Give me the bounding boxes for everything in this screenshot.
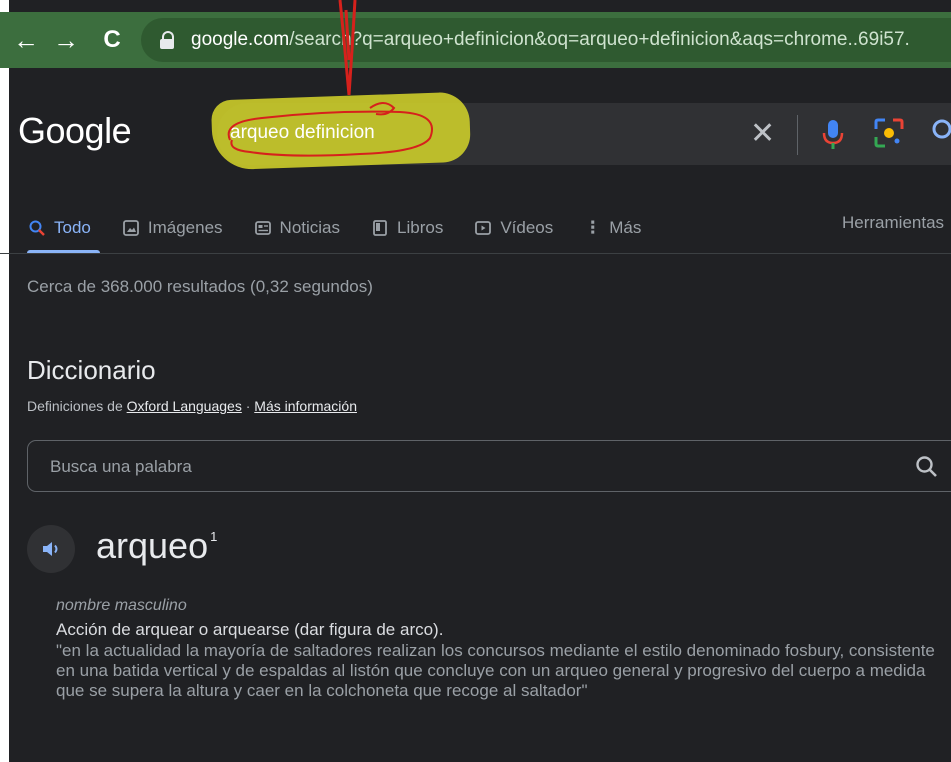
- example-text: "en la actualidad la mayoría de saltador…: [56, 641, 935, 700]
- tab-label: Todo: [54, 218, 91, 237]
- search-tabs: Todo Imágenes Noticias Libros Vídeos ⋮ M…: [28, 213, 672, 243]
- forward-arrow-icon[interactable]: →: [50, 25, 82, 56]
- tools-button[interactable]: Herramientas: [842, 213, 944, 233]
- tab-label: Imágenes: [147, 218, 223, 237]
- word-search-box[interactable]: [27, 440, 951, 492]
- tabs-separator: [0, 253, 951, 254]
- url-host: google.com: [191, 29, 290, 50]
- search-divider: [797, 115, 798, 155]
- pronunciation-button[interactable]: [27, 525, 75, 573]
- search-query-text[interactable]: arqueo definicion: [230, 122, 375, 144]
- headword: arqueo 1: [96, 525, 217, 567]
- more-info-link[interactable]: Más información: [254, 398, 357, 414]
- word-search-input[interactable]: [48, 453, 872, 481]
- oxford-languages-link[interactable]: Oxford Languages: [127, 398, 242, 414]
- back-arrow-icon[interactable]: ←: [10, 25, 42, 56]
- news-icon: [254, 221, 271, 235]
- tab-label: Vídeos: [500, 218, 554, 237]
- headword-superscript: 1: [210, 529, 218, 544]
- more-vert-icon: ⋮: [584, 218, 602, 237]
- source-separator: ·: [245, 398, 251, 414]
- video-icon: [475, 221, 492, 235]
- tab-videos[interactable]: Vídeos: [474, 213, 553, 243]
- microphone-icon[interactable]: [818, 114, 848, 154]
- part-of-speech: nombre masculino: [56, 597, 187, 614]
- definition-text: Acción de arquear o arquearse (dar figur…: [56, 620, 444, 639]
- browser-toolbar: ← → C google.com/search?q=arqueo+definic…: [0, 12, 951, 68]
- dictionary-title: Diccionario: [27, 355, 156, 385]
- clear-icon[interactable]: ✕: [750, 116, 775, 151]
- tab-label: Noticias: [279, 218, 341, 237]
- results-stats: Cerca de 368.000 resultados (0,32 segund…: [27, 277, 373, 296]
- search-icon[interactable]: [914, 454, 940, 480]
- search-icon: [29, 220, 45, 236]
- reload-icon[interactable]: C: [96, 26, 128, 54]
- book-icon: [373, 220, 387, 236]
- source-prefix: Definiciones de: [27, 398, 123, 414]
- speaker-icon: [43, 542, 58, 556]
- tab-mas[interactable]: ⋮ Más: [584, 213, 641, 243]
- search-submit-icon[interactable]: [930, 117, 951, 147]
- url-path: /search?q=arqueo+definicion&oq=arqueo+de…: [289, 29, 910, 50]
- image-icon: [122, 220, 139, 236]
- tab-noticias[interactable]: Noticias: [254, 213, 340, 243]
- google-logo[interactable]: Google: [18, 110, 132, 152]
- camera-lens-icon[interactable]: [872, 116, 906, 150]
- tab-label: Más: [609, 218, 642, 237]
- tab-label: Libros: [397, 218, 444, 237]
- dictionary-source: Definiciones de Oxford Languages · Más i…: [27, 398, 357, 414]
- url-text[interactable]: google.com/search?q=arqueo+definicion&oq…: [191, 29, 910, 51]
- tab-imagenes[interactable]: Imágenes: [122, 213, 223, 243]
- address-bar[interactable]: google.com/search?q=arqueo+definicion&oq…: [141, 18, 951, 62]
- left-edge-strip: [0, 0, 9, 762]
- lock-icon[interactable]: [157, 29, 179, 51]
- headword-text: arqueo: [96, 525, 209, 566]
- tab-libros[interactable]: Libros: [371, 213, 443, 243]
- tab-todo[interactable]: Todo: [28, 213, 91, 243]
